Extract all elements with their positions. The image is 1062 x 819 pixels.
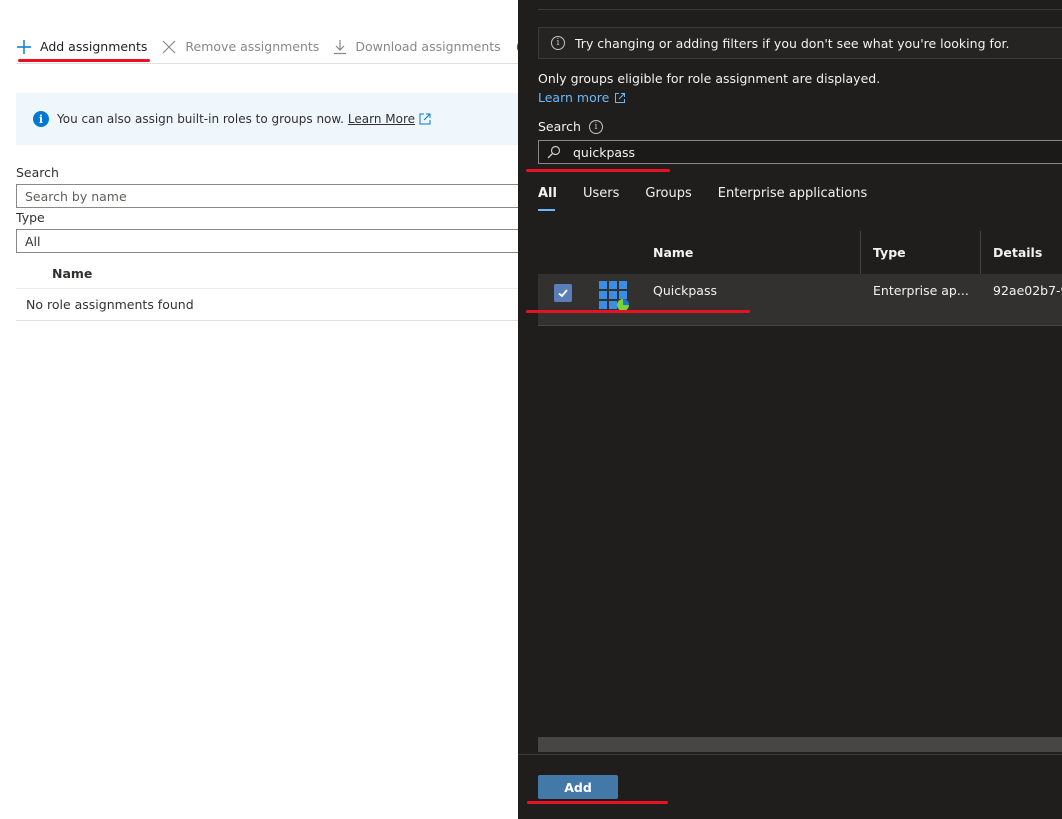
info-icon: i bbox=[33, 111, 49, 127]
divider bbox=[518, 754, 1062, 755]
type-label: Type bbox=[16, 210, 45, 225]
remove-assignments-button[interactable]: Remove assignments bbox=[161, 39, 319, 55]
tab-bar: All Users Groups Enterprise applications bbox=[538, 186, 893, 211]
details-column-header[interactable]: Details bbox=[993, 231, 1042, 274]
name-column-header[interactable]: Name bbox=[653, 231, 693, 274]
download-assignments-button[interactable]: Download assignments bbox=[333, 39, 501, 55]
search-input[interactable]: quickpass bbox=[538, 140, 1062, 164]
external-link-icon bbox=[615, 92, 626, 103]
select-members-panel: i Try changing or adding filters if you … bbox=[518, 0, 1062, 819]
download-assignments-label: Download assignments bbox=[355, 39, 501, 54]
tab-users[interactable]: Users bbox=[583, 186, 619, 211]
enterprise-app-icon bbox=[599, 281, 629, 311]
search-label-text: Search bbox=[538, 119, 581, 134]
info-banner: i You can also assign built-in roles to … bbox=[16, 93, 518, 145]
row-checkbox[interactable] bbox=[554, 284, 572, 302]
search-label: Search bbox=[16, 165, 59, 180]
empty-state-row: No role assignments found bbox=[16, 289, 518, 321]
info-icon[interactable]: i bbox=[588, 119, 603, 134]
row-details: 92ae02b7-9 bbox=[993, 283, 1062, 298]
info-icon: i bbox=[551, 36, 565, 50]
search-icon bbox=[547, 145, 561, 159]
add-assignments-button[interactable]: Add assignments bbox=[16, 39, 147, 55]
type-column-header[interactable]: Type bbox=[873, 231, 906, 274]
horizontal-scrollbar[interactable] bbox=[538, 737, 1062, 752]
empty-state-text: No role assignments found bbox=[26, 297, 194, 312]
assignments-table-header: Name bbox=[16, 258, 518, 289]
external-link-icon[interactable] bbox=[418, 112, 432, 126]
column-divider[interactable] bbox=[860, 231, 861, 274]
checkmark-icon bbox=[558, 289, 568, 298]
row-type: Enterprise ap... bbox=[873, 283, 969, 298]
filter-tip-text: Try changing or adding filters if you do… bbox=[575, 35, 1010, 51]
highlight-underline bbox=[18, 59, 150, 62]
add-assignments-label: Add assignments bbox=[40, 39, 148, 54]
tab-groups[interactable]: Groups bbox=[645, 186, 691, 211]
info-text: You can also assign built-in roles to gr… bbox=[57, 112, 344, 126]
remove-assignments-label: Remove assignments bbox=[185, 39, 320, 54]
table-row[interactable]: Quickpass Enterprise ap... 92ae02b7-9 bbox=[538, 274, 1062, 326]
tab-enterprise-applications[interactable]: Enterprise applications bbox=[718, 186, 868, 211]
close-icon bbox=[162, 40, 176, 53]
add-button[interactable]: Add bbox=[538, 775, 618, 799]
plus-icon bbox=[17, 39, 31, 54]
column-divider[interactable] bbox=[980, 231, 981, 274]
filter-tip-banner: i Try changing or adding filters if you … bbox=[538, 27, 1062, 59]
learn-more-label: Learn more bbox=[538, 90, 610, 105]
learn-more-link[interactable]: Learn More bbox=[348, 112, 415, 126]
role-assignments-pane: Add assignments Remove assignments Downl… bbox=[0, 0, 518, 819]
highlight-underline bbox=[526, 169, 670, 172]
search-input[interactable]: Search by name bbox=[16, 184, 518, 208]
search-value: quickpass bbox=[573, 144, 636, 160]
learn-more-link[interactable]: Learn more bbox=[538, 90, 626, 105]
row-name: Quickpass bbox=[653, 283, 717, 298]
download-icon bbox=[334, 39, 347, 54]
search-label: Search i bbox=[538, 119, 603, 134]
highlight-underline bbox=[526, 310, 750, 313]
eligible-note: Only groups eligible for role assignment… bbox=[538, 71, 881, 86]
name-column-header[interactable]: Name bbox=[52, 266, 92, 281]
tab-all[interactable]: All bbox=[538, 186, 557, 211]
divider bbox=[538, 9, 1062, 10]
highlight-underline bbox=[527, 801, 668, 804]
type-dropdown[interactable]: All bbox=[16, 229, 518, 253]
results-table-header: Name Type Details bbox=[538, 231, 1062, 274]
